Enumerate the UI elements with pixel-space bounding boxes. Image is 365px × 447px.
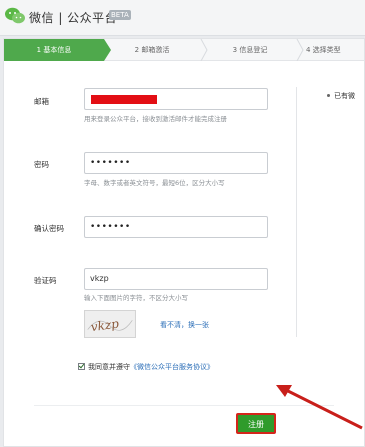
captcha-image[interactable]: vkzp (84, 310, 136, 338)
email-hint: 用来登录公众平台，接收到激活邮件才能完成注册 (84, 115, 227, 123)
bullet-icon (327, 94, 330, 97)
brand-title: 微信 | 公众平台 (29, 11, 118, 25)
register-button[interactable]: 注册 (236, 413, 276, 434)
captcha-input[interactable]: vkzp (84, 268, 268, 290)
step-progress: 1 基本信息 2 邮箱激活 3 信息登记 4 选择类型 (4, 39, 364, 61)
agreement-prefix: 我同意并遵守 (88, 363, 130, 371)
register-page: 微信 | 公众平台 BETA 1 基本信息 2 邮箱激活 3 信息登记 4 选择… (0, 0, 365, 447)
step-separator-icon (200, 39, 208, 61)
step-info-registration: 3 信息登记 (232, 46, 268, 54)
step-email-activation: 2 邮箱激活 (134, 46, 170, 54)
captcha-label: 验证码 (34, 276, 57, 285)
step-select-type: 4 选择类型 (306, 46, 341, 54)
beta-badge: BETA (109, 10, 131, 20)
captcha-hint: 输入下面图片的字符，不区分大小写 (84, 294, 188, 302)
password-label: 密码 (34, 160, 49, 169)
agreement-checkbox[interactable] (78, 363, 85, 370)
refresh-captcha-link[interactable]: 看不清，换一张 (160, 320, 209, 330)
step-separator-icon (296, 39, 304, 61)
top-header: 微信 | 公众平台 BETA (0, 0, 365, 36)
step-basic-info: 1 基本信息 (4, 39, 111, 61)
password-hint: 字母、数字或者英文符号，最短6位，区分大小写 (84, 179, 225, 187)
pointer-arrow-icon (276, 385, 363, 430)
confirm-password-label: 确认密码 (34, 224, 64, 233)
agreement-link[interactable]: 《微信公众平台服务协议》 (130, 363, 214, 371)
agreement-text: 我同意并遵守《微信公众平台服务协议》 (88, 362, 214, 372)
password-field[interactable]: ••••••• (84, 152, 268, 174)
email-label: 邮箱 (34, 97, 49, 106)
confirm-password-field[interactable]: ••••••• (84, 216, 268, 238)
email-field[interactable] (84, 88, 268, 110)
side-note: 已有微 (334, 92, 355, 100)
column-divider (296, 87, 297, 337)
redacted-email (91, 95, 157, 104)
wechat-logo-icon (5, 7, 25, 24)
